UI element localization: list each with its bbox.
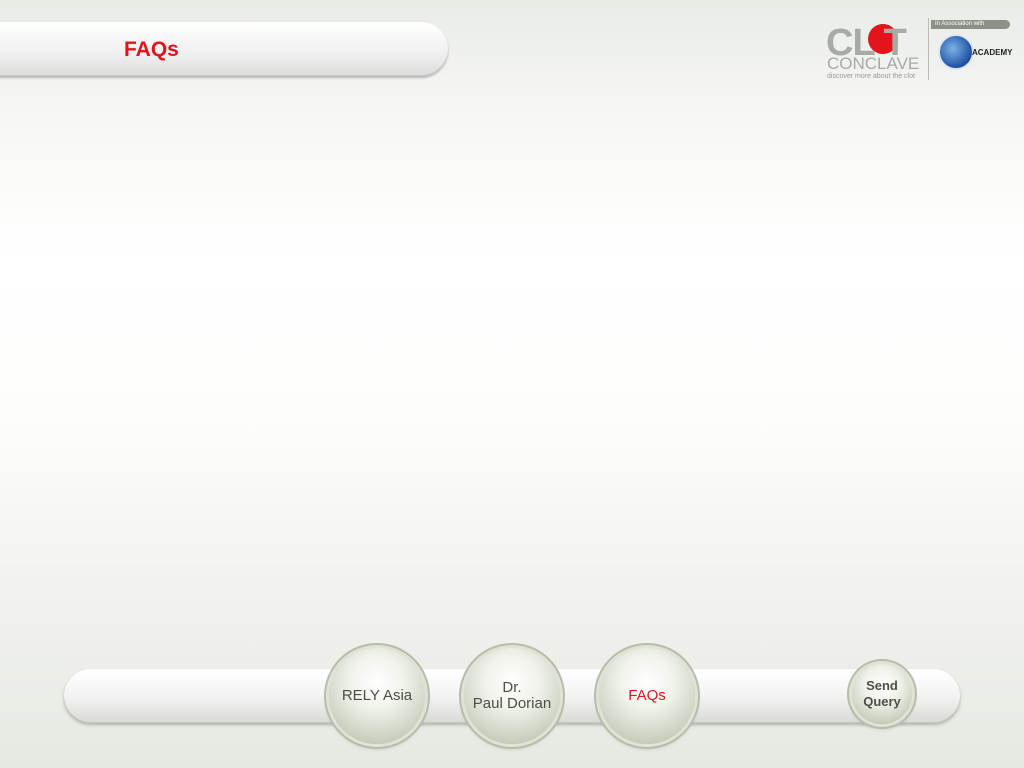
logo-tagline: discover more about the clot: [827, 73, 915, 80]
logo-conclave-text: CONCLAVE: [827, 54, 920, 73]
logo-divider: [928, 18, 929, 80]
page-title: FAQs: [124, 38, 179, 61]
nav-label-line1: Dr.: [502, 679, 522, 696]
nav-rely-asia-button[interactable]: RELY Asia: [329, 648, 425, 744]
association-label: In Association with: [931, 20, 1010, 29]
academy-label: ACADEMY: [972, 48, 1013, 57]
clot-conclave-logo: CL T CONCLAVE discover more about the cl…: [826, 18, 1020, 84]
nav-label-line2: Paul Dorian: [472, 695, 552, 712]
nav-send-query-button[interactable]: Send Query: [852, 664, 912, 724]
nav-label: RELY Asia: [341, 687, 413, 704]
nav-label: Dr. Paul Dorian: [473, 680, 551, 712]
nav-label: FAQs: [628, 687, 666, 704]
globe-icon: [938, 34, 974, 70]
nav-label-line1: Send: [866, 678, 898, 693]
nav-faqs-button[interactable]: FAQs: [599, 648, 695, 744]
title-bar: [0, 22, 448, 76]
nav-dr-paul-dorian-button[interactable]: Dr. Paul Dorian: [464, 648, 560, 744]
nav-label-line2: Query: [863, 694, 901, 709]
nav-label: Send Query: [863, 678, 901, 710]
